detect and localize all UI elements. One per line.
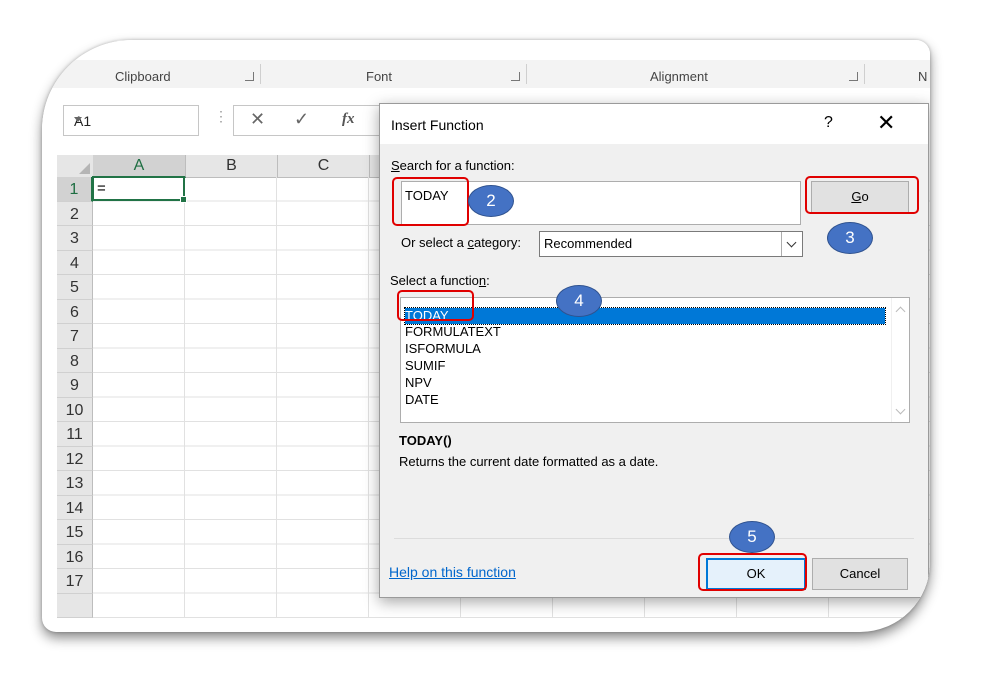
row-header-4[interactable]: 4 bbox=[57, 250, 93, 275]
clipboard-dialog-launcher-icon[interactable] bbox=[245, 72, 254, 81]
function-list-item-sumif[interactable]: SUMIF bbox=[405, 358, 885, 374]
excel-window: Clipboard Font Alignment N A1 ⋮ ✕ ✓ fx A… bbox=[42, 40, 930, 618]
step-badge-3: 3 bbox=[827, 222, 873, 254]
column-header-a[interactable]: A bbox=[93, 155, 186, 178]
row-header-17[interactable]: 17 bbox=[57, 569, 93, 594]
scroll-down-icon[interactable] bbox=[895, 404, 906, 415]
font-dialog-launcher-icon[interactable] bbox=[511, 72, 520, 81]
enter-check-icon[interactable]: ✓ bbox=[294, 109, 309, 130]
row-header-12[interactable]: 12 bbox=[57, 446, 93, 471]
ribbon-group-alignment: Alignment bbox=[650, 69, 708, 84]
active-cell-a1[interactable]: = bbox=[92, 176, 187, 203]
row-header-1[interactable]: 1 bbox=[57, 177, 93, 202]
active-cell-value: = bbox=[97, 180, 106, 197]
select-label-post: : bbox=[486, 273, 490, 288]
function-list-item-date[interactable]: DATE bbox=[405, 392, 885, 408]
select-label-pre: Select a functio bbox=[390, 273, 479, 288]
chevron-down-icon[interactable] bbox=[781, 232, 802, 256]
annotation-highlight-today bbox=[397, 290, 474, 321]
category-label-post: ategory: bbox=[473, 235, 521, 250]
ribbon-separator bbox=[260, 64, 261, 84]
dialog-divider bbox=[394, 538, 914, 539]
category-label: Or select a category: bbox=[401, 235, 521, 250]
function-signature: TODAY() bbox=[399, 433, 452, 448]
row-header-18[interactable] bbox=[57, 593, 93, 618]
function-list-item-formulatext[interactable]: FORMULATEXT bbox=[405, 324, 885, 340]
row-header-6[interactable]: 6 bbox=[57, 299, 93, 324]
dialog-title: Insert Function bbox=[391, 117, 484, 133]
formula-bar-buttons: ✕ ✓ fx bbox=[233, 105, 395, 136]
category-label-pre: Or select a bbox=[401, 235, 468, 250]
ribbon-separator bbox=[864, 64, 865, 84]
row-header-14[interactable]: 14 bbox=[57, 495, 93, 520]
dialog-titlebar: Insert Function ? ✕ bbox=[380, 104, 928, 144]
chevron-down-icon[interactable] bbox=[74, 117, 82, 122]
row-header-15[interactable]: 15 bbox=[57, 520, 93, 545]
step-badge-4: 4 bbox=[556, 285, 602, 317]
function-list-item-today[interactable]: TODAY bbox=[404, 307, 886, 325]
row-header-13[interactable]: 13 bbox=[57, 471, 93, 496]
step-badge-5: 5 bbox=[729, 521, 775, 553]
search-label: Search for a function: bbox=[391, 158, 515, 173]
function-description: Returns the current date formatted as a … bbox=[399, 454, 659, 469]
ribbon-group-number: N bbox=[918, 69, 928, 84]
row-header-3[interactable]: 3 bbox=[57, 226, 93, 251]
close-icon[interactable]: ✕ bbox=[877, 110, 895, 136]
row-header-16[interactable]: 16 bbox=[57, 544, 93, 569]
function-list-item-npv[interactable]: NPV bbox=[405, 375, 885, 391]
column-header-b[interactable]: B bbox=[186, 155, 278, 178]
ribbon-group-labels: Clipboard Font Alignment N bbox=[42, 60, 930, 89]
scroll-up-icon[interactable] bbox=[895, 306, 906, 317]
name-box[interactable]: A1 bbox=[63, 105, 199, 136]
step-badge-2: 2 bbox=[468, 185, 514, 217]
insert-function-fx-icon[interactable]: fx bbox=[342, 111, 355, 128]
ribbon-group-font: Font bbox=[366, 69, 393, 84]
help-on-function-link[interactable]: Help on this function bbox=[389, 564, 516, 580]
function-list-scrollbar[interactable] bbox=[891, 298, 909, 422]
category-select-value: Recommended bbox=[544, 236, 633, 251]
category-select[interactable]: Recommended bbox=[539, 231, 803, 257]
annotation-highlight-search bbox=[392, 177, 469, 226]
row-header-9[interactable]: 9 bbox=[57, 373, 93, 398]
annotation-highlight-ok bbox=[698, 553, 807, 591]
annotation-highlight-go bbox=[805, 176, 919, 214]
help-icon[interactable]: ? bbox=[824, 114, 833, 132]
row-header-10[interactable]: 10 bbox=[57, 397, 93, 422]
ribbon-group-clipboard: Clipboard bbox=[115, 69, 171, 84]
row-header-5[interactable]: 5 bbox=[57, 275, 93, 300]
function-list-item-isformula[interactable]: ISFORMULA bbox=[405, 341, 885, 357]
cancel-button[interactable]: Cancel bbox=[812, 558, 908, 590]
column-header-c[interactable]: C bbox=[278, 155, 370, 178]
ribbon-separator bbox=[526, 64, 527, 84]
select-function-label: Select a function: bbox=[390, 273, 490, 288]
row-header-8[interactable]: 8 bbox=[57, 348, 93, 373]
row-header-11[interactable]: 11 bbox=[57, 422, 93, 447]
row-header-7[interactable]: 7 bbox=[57, 324, 93, 349]
function-list[interactable]: TODAY FORMULATEXT ISFORMULA SUMIF NPV DA… bbox=[400, 297, 910, 423]
formula-bar-grip-icon: ⋮ bbox=[214, 108, 228, 124]
screenshot-frame: Clipboard Font Alignment N A1 ⋮ ✕ ✓ fx A… bbox=[42, 40, 930, 632]
search-label-text: earch for a function: bbox=[399, 158, 515, 173]
cancel-entry-icon[interactable]: ✕ bbox=[250, 109, 265, 130]
select-all-corner[interactable] bbox=[57, 155, 94, 178]
alignment-dialog-launcher-icon[interactable] bbox=[849, 72, 858, 81]
row-header-2[interactable]: 2 bbox=[57, 201, 93, 226]
search-label-accesskey: S bbox=[391, 158, 400, 173]
